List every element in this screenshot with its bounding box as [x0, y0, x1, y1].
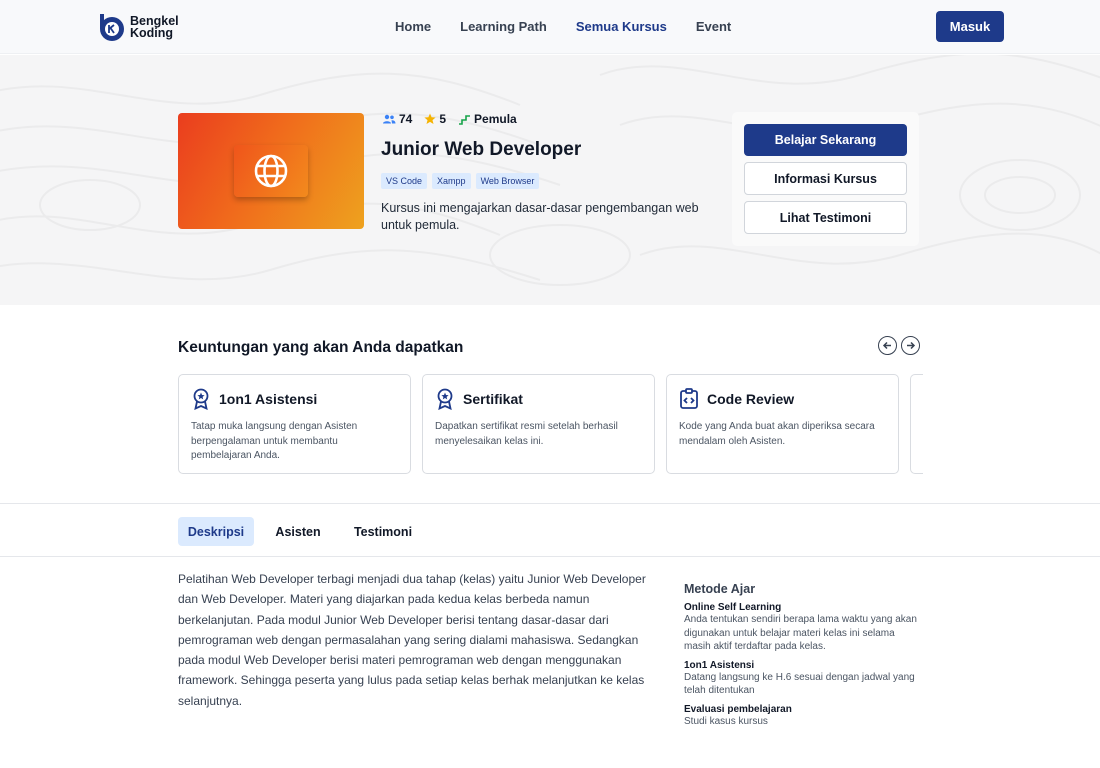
course-info-button[interactable]: Informasi Kursus — [744, 162, 907, 195]
course-description: Pelatihan Web Developer terbagi menjadi … — [178, 572, 646, 708]
carousel-prev-button[interactable] — [878, 336, 897, 355]
benefit-card-partial — [910, 374, 923, 474]
tag-web-browser: Web Browser — [475, 173, 540, 189]
course-level: Pemula — [458, 112, 517, 126]
nav-home[interactable]: Home — [395, 19, 431, 34]
course-title: Junior Web Developer — [381, 139, 582, 160]
benefit-card: Sertifikat Dapatkan sertifikat resmi set… — [422, 374, 655, 474]
login-button[interactable]: Masuk — [936, 11, 1004, 42]
start-learning-button[interactable]: Belajar Sekarang — [744, 124, 907, 156]
rating: 5 — [424, 112, 446, 126]
nav-event[interactable]: Event — [696, 19, 731, 34]
navbar: Bengkel Koding Home Learning Path Semua … — [0, 0, 1100, 54]
view-testimony-button[interactable]: Lihat Testimoni — [744, 201, 907, 234]
benefit-card-header: Sertifikat — [435, 388, 523, 410]
level-value: Pemula — [474, 112, 517, 126]
course-hero: 74 5 Pemula Junior Web Developer VS Code… — [0, 55, 1100, 305]
method-item-title: Evaluasi pembelajaran — [684, 703, 792, 715]
benefit-card: Code Review Kode yang Anda buat akan dip… — [666, 374, 899, 474]
tab-testimoni[interactable]: Testimoni — [345, 517, 421, 546]
course-summary: Kursus ini mengajarkan dasar-dasar penge… — [381, 201, 699, 232]
nav-semua-kursus[interactable]: Semua Kursus — [576, 19, 667, 34]
main-nav: Home Learning Path Semua Kursus Event — [395, 19, 731, 34]
certificate-icon — [437, 388, 453, 410]
benefit-card-header: 1on1 Asistensi — [191, 388, 317, 410]
detail-tabs: Deskripsi Asisten Testimoni — [0, 503, 1100, 557]
tag-xampp: Xampp — [432, 173, 471, 189]
arrow-right-icon — [907, 341, 916, 350]
method-item-text: Studi kasus kursus — [684, 715, 768, 727]
benefit-text: Kode yang Anda buat akan diperiksa secar… — [679, 421, 875, 447]
award-icon — [193, 388, 209, 410]
benefit-title: Code Review — [707, 391, 795, 407]
benefit-text: Dapatkan sertifikat resmi setelah berhas… — [435, 421, 618, 447]
cta-panel: Belajar Sekarang Informasi Kursus Lihat … — [732, 112, 919, 246]
method-item-title: 1on1 Asistensi — [684, 659, 755, 671]
arrow-left-icon — [882, 341, 891, 350]
benefit-text: Tatap muka langsung dengan Asisten berpe… — [191, 421, 358, 461]
benefits-heading: Keuntungan yang akan Anda dapatkan — [178, 339, 464, 356]
benefit-title: 1on1 Asistensi — [219, 391, 318, 407]
brand-logo-icon — [98, 12, 126, 42]
users-icon — [383, 114, 396, 124]
brand-logo[interactable]: Bengkel Koding — [98, 12, 179, 42]
participants-value: 74 — [399, 112, 413, 126]
teaching-method: Metode Ajar Online Self Learning Anda te… — [684, 582, 924, 734]
star-icon — [424, 113, 436, 124]
tool-tags: VS Code Xampp Web Browser — [381, 173, 540, 189]
method-item-title: Online Self Learning — [684, 602, 782, 613]
participants-count: 74 — [382, 112, 412, 126]
level-icon — [459, 114, 471, 125]
method-item-text: Datang langsung ke H.6 sesuai dengan jad… — [684, 671, 915, 697]
nav-learning-path[interactable]: Learning Path — [460, 19, 547, 34]
tag-vscode: VS Code — [381, 173, 428, 189]
benefit-title: Sertifikat — [463, 391, 523, 407]
topography-pattern — [0, 55, 1100, 286]
carousel-next-button[interactable] — [901, 336, 920, 355]
brand-line-2: Koding — [130, 26, 174, 40]
benefit-card-header: Code Review — [679, 388, 794, 410]
tab-deskripsi[interactable]: Deskripsi — [178, 517, 254, 546]
rating-value: 5 — [439, 112, 447, 126]
course-meta: 74 5 Pemula — [382, 112, 529, 126]
brand-name: Bengkel Koding — [130, 15, 179, 40]
tab-asisten[interactable]: Asisten — [266, 517, 330, 546]
course-thumbnail — [178, 113, 364, 229]
method-item-text: Anda tentukan sendiri berapa lama waktu … — [684, 614, 917, 652]
method-title: Metode Ajar — [684, 582, 756, 596]
benefit-card: 1on1 Asistensi Tatap muka langsung denga… — [178, 374, 411, 474]
globe-icon — [234, 145, 308, 197]
code-review-icon — [680, 388, 698, 409]
